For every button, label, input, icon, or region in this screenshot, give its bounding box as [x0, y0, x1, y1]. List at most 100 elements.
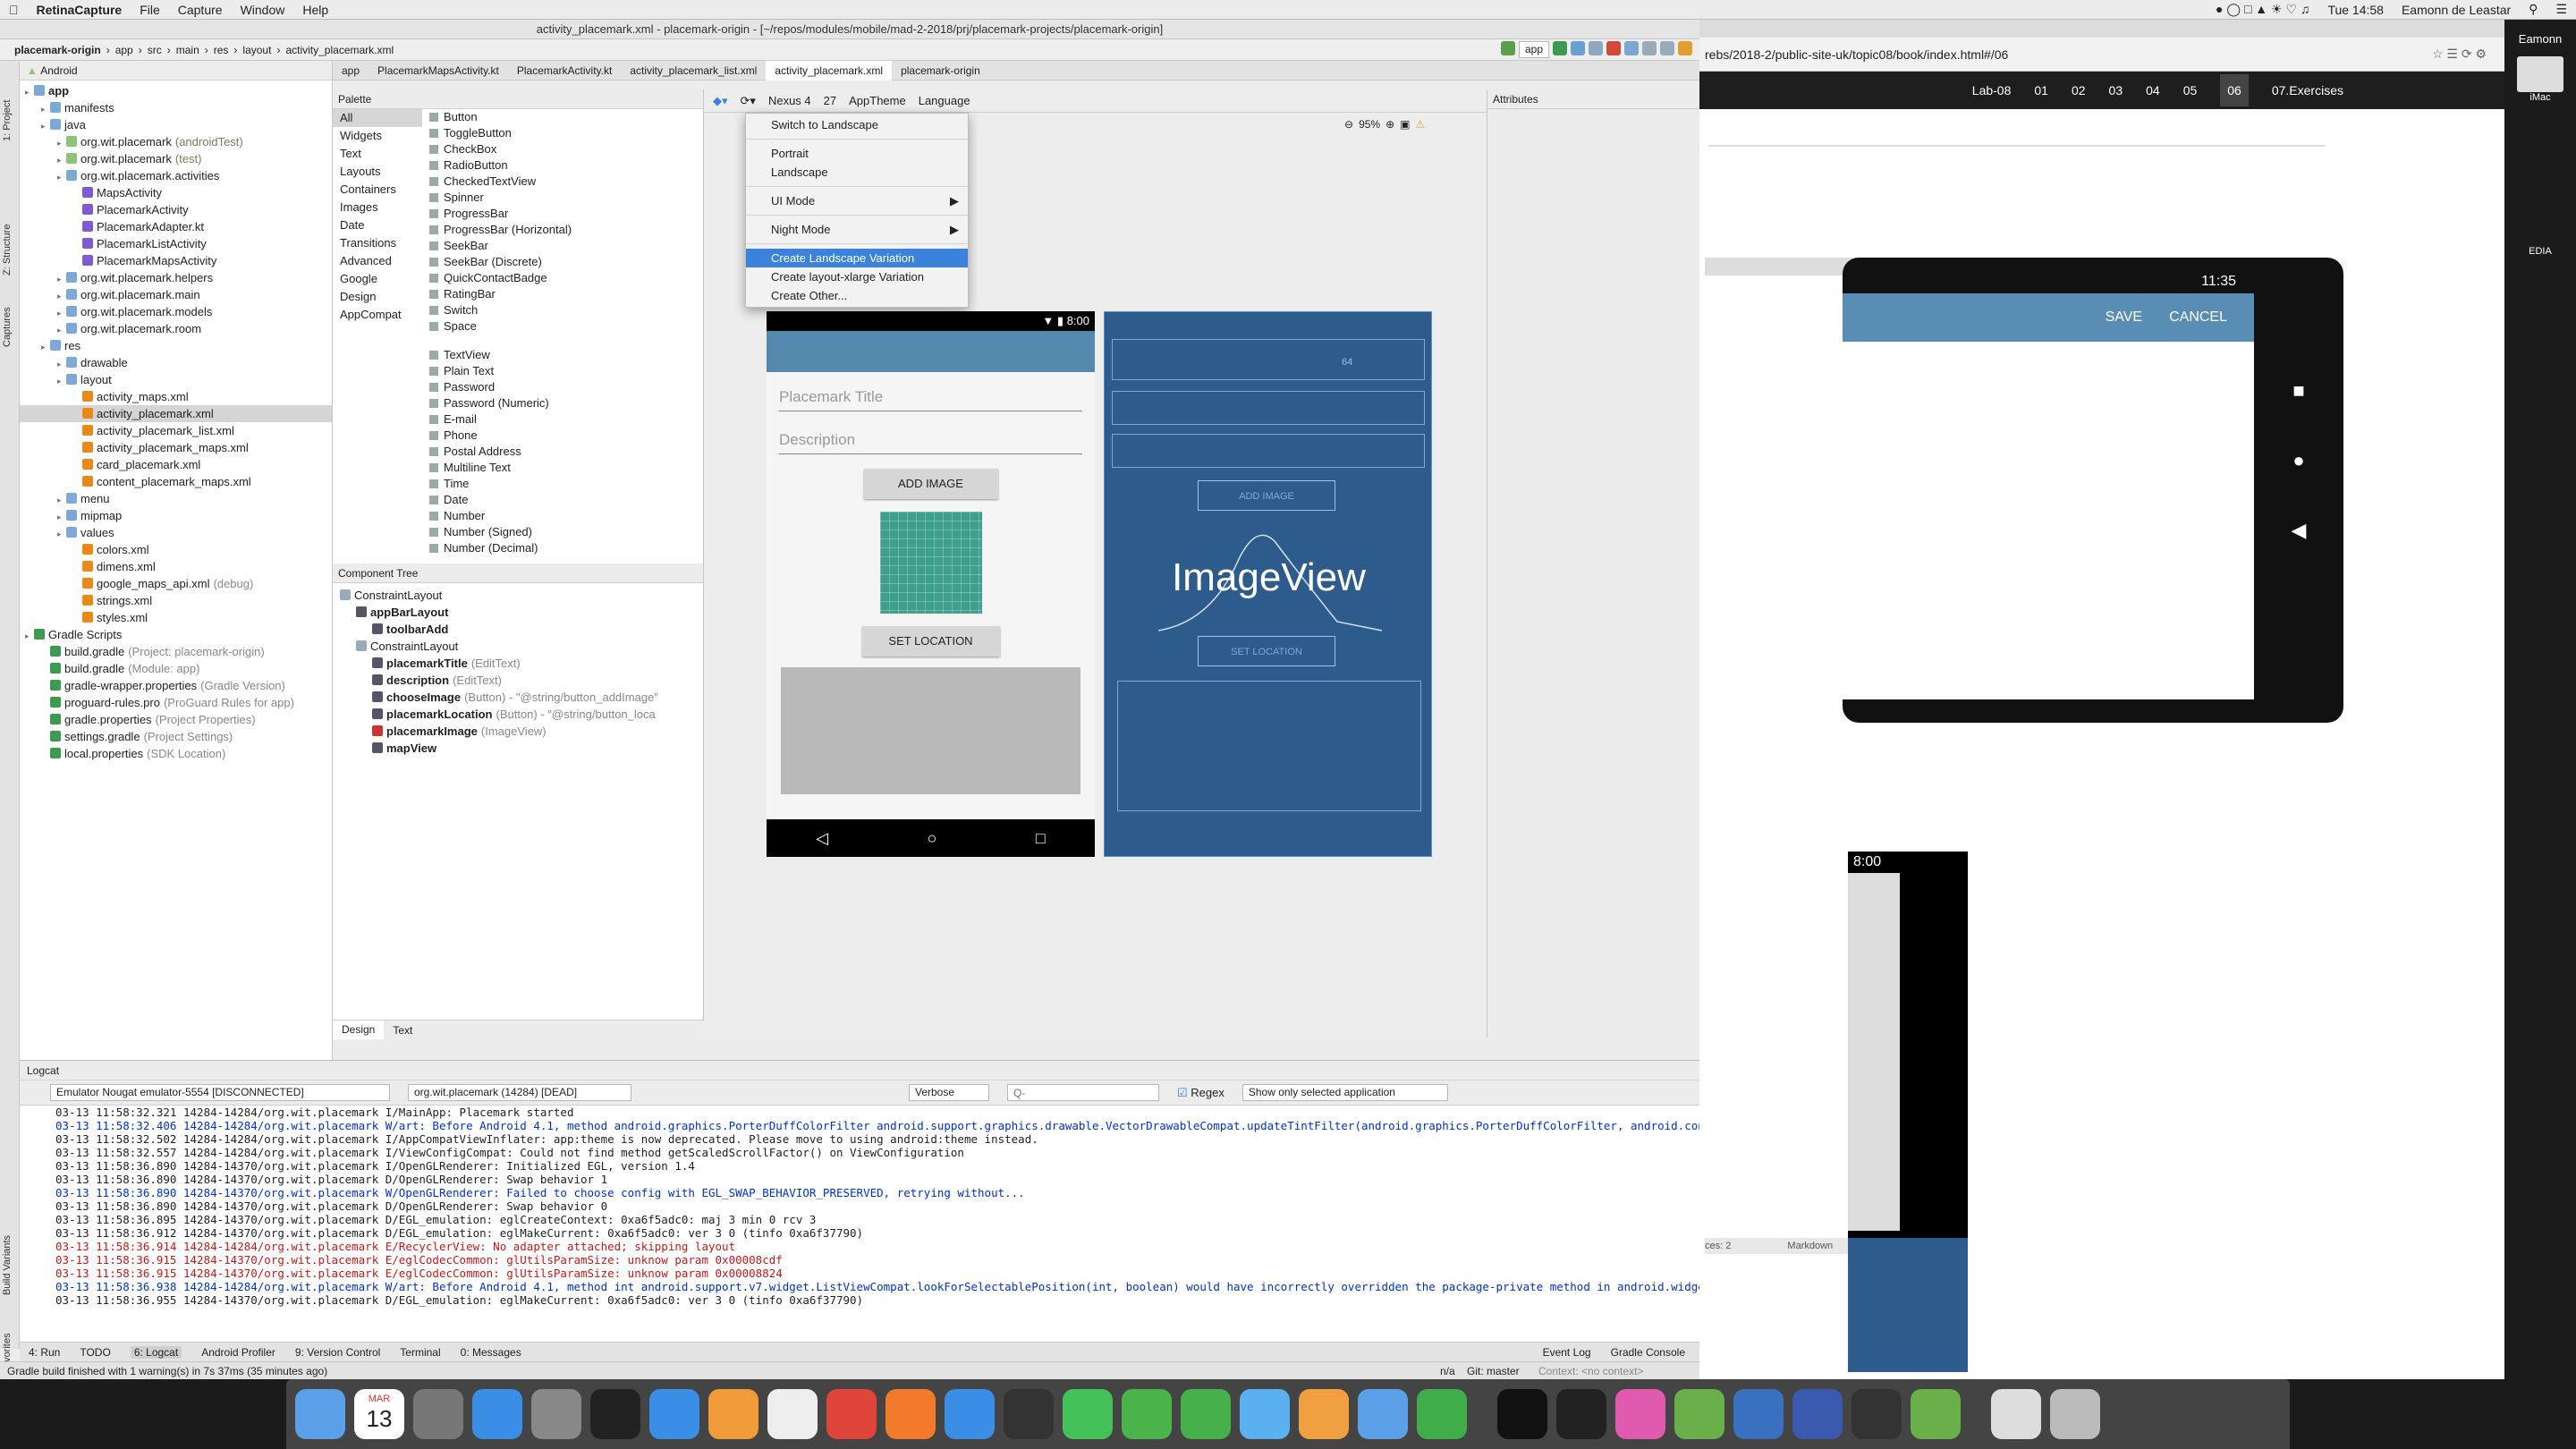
component-node[interactable]: toolbarAdd — [333, 621, 703, 638]
project-tree-item[interactable]: ▸ layout — [20, 371, 332, 388]
sdk-icon[interactable] — [1660, 41, 1674, 55]
android-studio-icon[interactable] — [1674, 1389, 1724, 1439]
project-tree-item[interactable]: MapsActivity — [20, 184, 332, 201]
apple-icon[interactable]:  — [0, 3, 28, 17]
emulator-icon[interactable] — [1911, 1389, 1961, 1439]
star-icon[interactable] — [1615, 1389, 1665, 1439]
notes-icon[interactable] — [1004, 1389, 1054, 1439]
tool-structure[interactable]: Z: Structure — [2, 225, 13, 275]
menu-item[interactable]: Create layout-xlarge Variation — [746, 267, 968, 286]
component-node[interactable]: placemarkLocation (Button) - "@string/but… — [333, 706, 703, 723]
palette-item[interactable]: ProgressBar — [426, 206, 694, 222]
numbers-icon[interactable] — [1417, 1389, 1467, 1439]
blueprint-preview[interactable]: 64 ADD IMAGE ImageView SET LOCATION — [1104, 311, 1432, 857]
palette-item[interactable]: Date — [426, 492, 694, 508]
tool-tab[interactable]: TODO — [80, 1346, 110, 1359]
project-tree-item[interactable]: ▸ res — [20, 337, 332, 354]
slide-nav-item[interactable]: 06 — [2220, 74, 2249, 106]
palette-item[interactable]: ProgressBar (Horizontal) — [426, 222, 694, 238]
project-tree-item[interactable]: ▸ manifests — [20, 99, 332, 116]
expand-arrow-icon[interactable]: ▸ — [57, 526, 66, 543]
slide-nav-item[interactable]: 02 — [2072, 83, 2086, 97]
tool-captures[interactable]: Captures — [2, 307, 13, 347]
scrivener-icon[interactable] — [767, 1389, 818, 1439]
expand-arrow-icon[interactable]: ▸ — [41, 339, 50, 356]
breadcrumb-6[interactable]: activity_placemark.xml — [280, 44, 399, 56]
palette-item[interactable]: SeekBar — [426, 238, 694, 254]
project-tree-item[interactable]: activity_placemark_maps.xml — [20, 439, 332, 456]
safari-icon[interactable] — [945, 1389, 995, 1439]
tab-design[interactable]: Design — [333, 1021, 385, 1039]
tool-tab[interactable]: 4: Run — [29, 1346, 60, 1359]
palette-category[interactable]: All — [333, 109, 422, 127]
project-tree-item[interactable]: strings.xml — [20, 592, 332, 609]
notification-icon[interactable]: ☰ — [2546, 2, 2576, 17]
project-tree-item[interactable]: ▸ org.wit.placemark.helpers — [20, 269, 332, 286]
menu-window[interactable]: Window — [232, 3, 294, 17]
project-tree-item[interactable]: build.gradle (Module: app) — [20, 660, 332, 677]
project-tree-item[interactable]: ▸ mipmap — [20, 507, 332, 524]
zoom-out-icon[interactable]: ⊖ — [1344, 118, 1353, 131]
menu-capture[interactable]: Capture — [169, 3, 232, 17]
project-tree-item[interactable]: content_placemark_maps.xml — [20, 473, 332, 490]
back-icon[interactable]: ◁ — [816, 829, 828, 848]
palette-item[interactable]: Number — [426, 508, 694, 524]
project-tree-item[interactable]: build.gradle (Project: placemark-origin) — [20, 643, 332, 660]
breadcrumb-3[interactable]: main — [171, 44, 205, 56]
palette-item[interactable]: Number (Decimal) — [426, 540, 694, 556]
palette-item[interactable]: Plain Text — [426, 363, 694, 379]
project-tree-item[interactable]: card_placemark.xml — [20, 456, 332, 473]
log-level-select[interactable]: Verbose — [909, 1084, 989, 1101]
expand-arrow-icon[interactable]: ▸ — [41, 118, 50, 135]
expand-arrow-icon[interactable]: ▸ — [25, 628, 34, 645]
profile-icon[interactable] — [1589, 41, 1603, 55]
expand-arrow-icon[interactable]: ▸ — [57, 373, 66, 390]
palette-category[interactable]: Text — [333, 145, 422, 163]
terminal-icon[interactable] — [590, 1389, 640, 1439]
url-field[interactable]: rebs/2018-2/public-site-uk/topic08/book/… — [1705, 47, 2008, 62]
slide-nav-item[interactable]: 03 — [2109, 83, 2123, 97]
breadcrumb-4[interactable]: res — [208, 44, 234, 56]
palette-item[interactable]: RadioButton — [426, 157, 694, 174]
project-tree-item[interactable]: google_maps_api.xml (debug) — [20, 575, 332, 592]
palette-item[interactable]: CheckBox — [426, 141, 694, 157]
breadcrumb-0[interactable]: placemark-origin — [9, 44, 106, 56]
project-tree-item[interactable]: activity_placemark.xml — [20, 405, 332, 422]
palette-category[interactable]: Advanced — [333, 252, 422, 270]
palette-item[interactable]: Time — [426, 476, 694, 492]
menu-help[interactable]: Help — [293, 3, 337, 17]
component-node[interactable]: placemarkTitle (EditText) — [333, 655, 703, 672]
add-image-button[interactable]: ADD IMAGE — [863, 469, 998, 499]
tool-project[interactable]: 1: Project — [2, 100, 13, 141]
palette-category[interactable]: AppCompat — [333, 306, 422, 324]
tool-tab[interactable]: 0: Messages — [461, 1346, 521, 1359]
project-tree-item[interactable]: ▸ java — [20, 116, 332, 133]
project-tree-item[interactable]: gradle.properties (Project Properties) — [20, 711, 332, 728]
imac-icon[interactable] — [2517, 56, 2563, 92]
language-select[interactable]: Language — [919, 94, 970, 107]
expand-arrow-icon[interactable]: ▸ — [25, 84, 34, 101]
description-field[interactable]: Description — [779, 431, 1082, 454]
tool-tab[interactable]: Android Profiler — [201, 1346, 275, 1359]
project-tree-item[interactable]: ▸ org.wit.placemark.room — [20, 320, 332, 337]
maps-icon[interactable] — [649, 1389, 699, 1439]
palette-item[interactable]: Switch — [426, 302, 694, 318]
build-icon[interactable] — [1500, 41, 1515, 55]
tab-placemark-activity[interactable]: PlacemarkActivity.kt — [508, 64, 621, 77]
zoom-in-icon[interactable]: ⊕ — [1385, 118, 1394, 131]
documents-icon[interactable] — [1991, 1389, 2041, 1439]
palette-item[interactable]: Space — [426, 318, 694, 335]
menu-item[interactable]: Create Landscape Variation — [746, 249, 968, 267]
tab-app[interactable]: app — [333, 64, 369, 77]
component-node[interactable]: mapView — [333, 740, 703, 757]
system-preferences-icon[interactable] — [531, 1389, 581, 1439]
phone-preview[interactable]: ▼ ▮ 8:00 Placemark Title Description ADD… — [767, 311, 1095, 857]
home-icon[interactable]: ○ — [928, 829, 937, 848]
tab-placemark-origin[interactable]: placemark-origin — [892, 64, 989, 77]
palette-item[interactable]: RatingBar — [426, 286, 694, 302]
palette-category[interactable]: Date — [333, 216, 422, 234]
tool-tab[interactable]: Gradle Console — [1611, 1346, 1685, 1359]
logcat-search-input[interactable] — [1007, 1084, 1159, 1101]
breadcrumb-5[interactable]: layout — [237, 44, 276, 56]
slide-nav-item[interactable]: 05 — [2183, 83, 2198, 97]
